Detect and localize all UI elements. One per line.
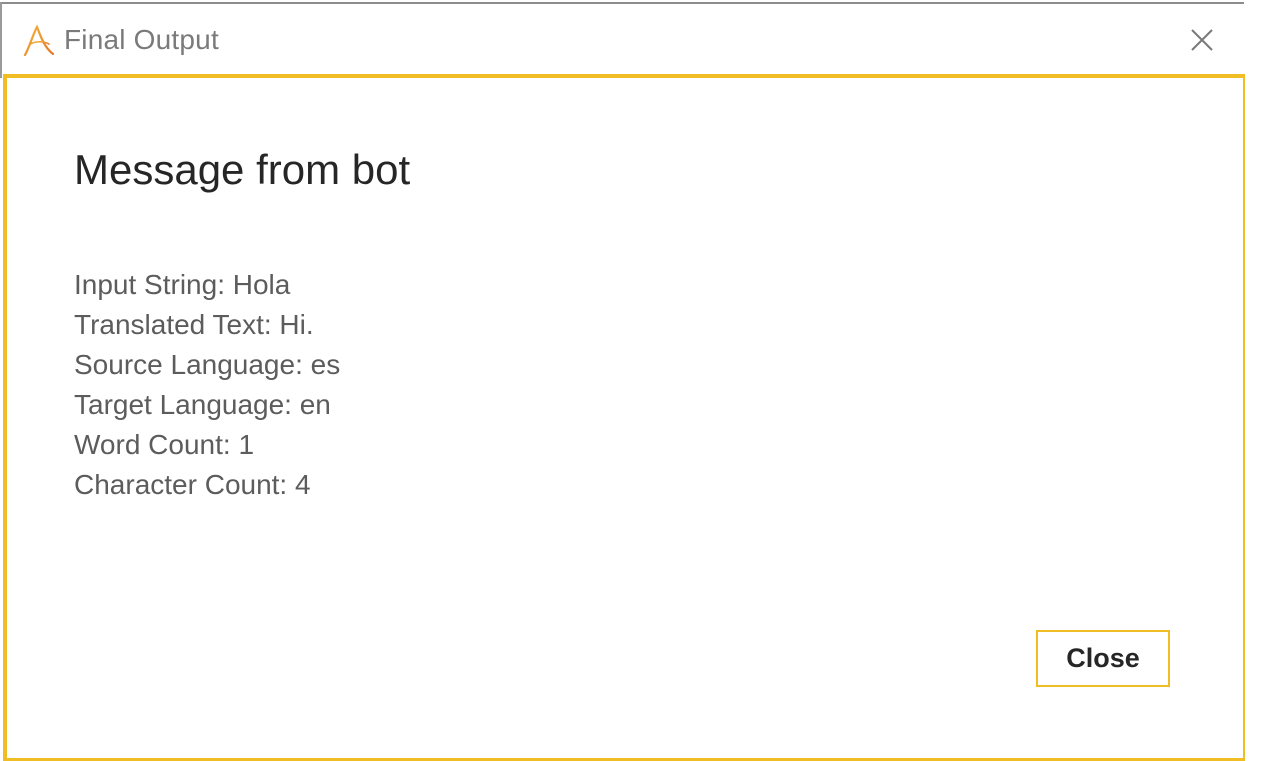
title-bar: Final Output [2,4,1244,76]
alteryx-a-icon [22,24,56,58]
message-details: Input String: Hola Translated Text: Hi. … [74,265,340,505]
window-title: Final Output [64,24,219,55]
word-count-line: Word Count: 1 [74,429,255,460]
message-panel: Message from bot Input String: Hola Tran… [3,74,1245,761]
output-window: Final Output Message from bot Input Stri… [0,0,1284,761]
character-count-line: Character Count: 4 [74,469,311,500]
source-language-line: Source Language: es [74,349,341,380]
target-language-line: Target Language: en [74,389,331,420]
close-button[interactable]: Close [1036,630,1170,687]
input-string-line: Input String: Hola [74,269,291,300]
translated-text-line: Translated Text: Hi. [74,309,314,340]
close-icon[interactable] [1188,26,1216,54]
message-heading: Message from bot [74,146,411,193]
